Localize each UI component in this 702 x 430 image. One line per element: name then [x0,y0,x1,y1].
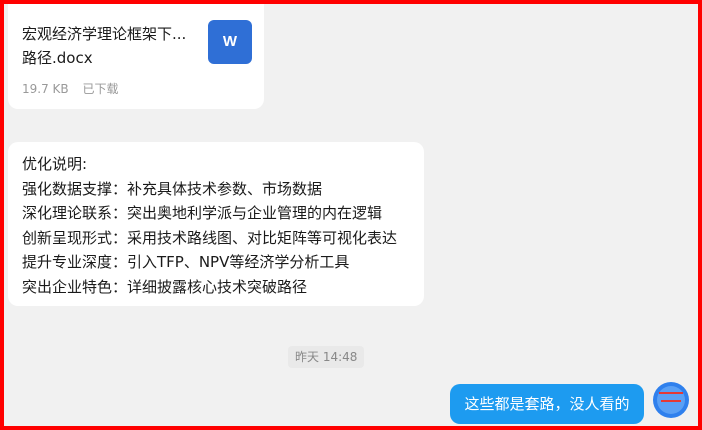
file-name-line2: 路径.docx [22,49,93,67]
message-line: 突出企业特色：详细披露核心技术突破路径 [22,277,308,296]
file-size: 19.7 KB [22,82,69,96]
message-line: 提升专业深度：引入TFP、NPV等经济学分析工具 [22,253,350,272]
word-document-icon: W [208,20,252,64]
message-timestamp: 昨天 14:48 [288,346,365,368]
avatar-mark [659,392,683,394]
message-line: 强化数据支撑：补充具体技术参数、市场数据 [22,179,323,198]
avatar[interactable] [653,382,689,418]
file-name-line1: 宏观经济学理论框架下... [22,25,187,43]
message-line: 深化理论联系：突出奥地利学派与企业管理的内在逻辑 [22,204,383,223]
message-line: 优化说明: [22,155,88,173]
file-name: 宏观经济学理论框架下... 路径.docx [22,22,202,70]
file-message-card[interactable]: 宏观经济学理论框架下... 路径.docx W 19.7 KB 已下载 [8,4,264,109]
outgoing-text-message[interactable]: 这些都是套路，没人看的 [450,384,644,424]
word-icon-letter: W [222,33,238,50]
file-meta: 19.7 KB 已下载 [22,80,128,97]
chat-window: 宏观经济学理论框架下... 路径.docx W 19.7 KB 已下载 优化说明… [0,0,702,430]
avatar-mark [661,400,681,402]
incoming-text-message[interactable]: 优化说明: 强化数据支撑：补充具体技术参数、市场数据 深化理论联系：突出奥地利学… [8,142,424,306]
message-line: 创新呈现形式：采用技术路线图、对比矩阵等可视化表达 [22,228,398,247]
file-download-status: 已下载 [82,82,119,96]
